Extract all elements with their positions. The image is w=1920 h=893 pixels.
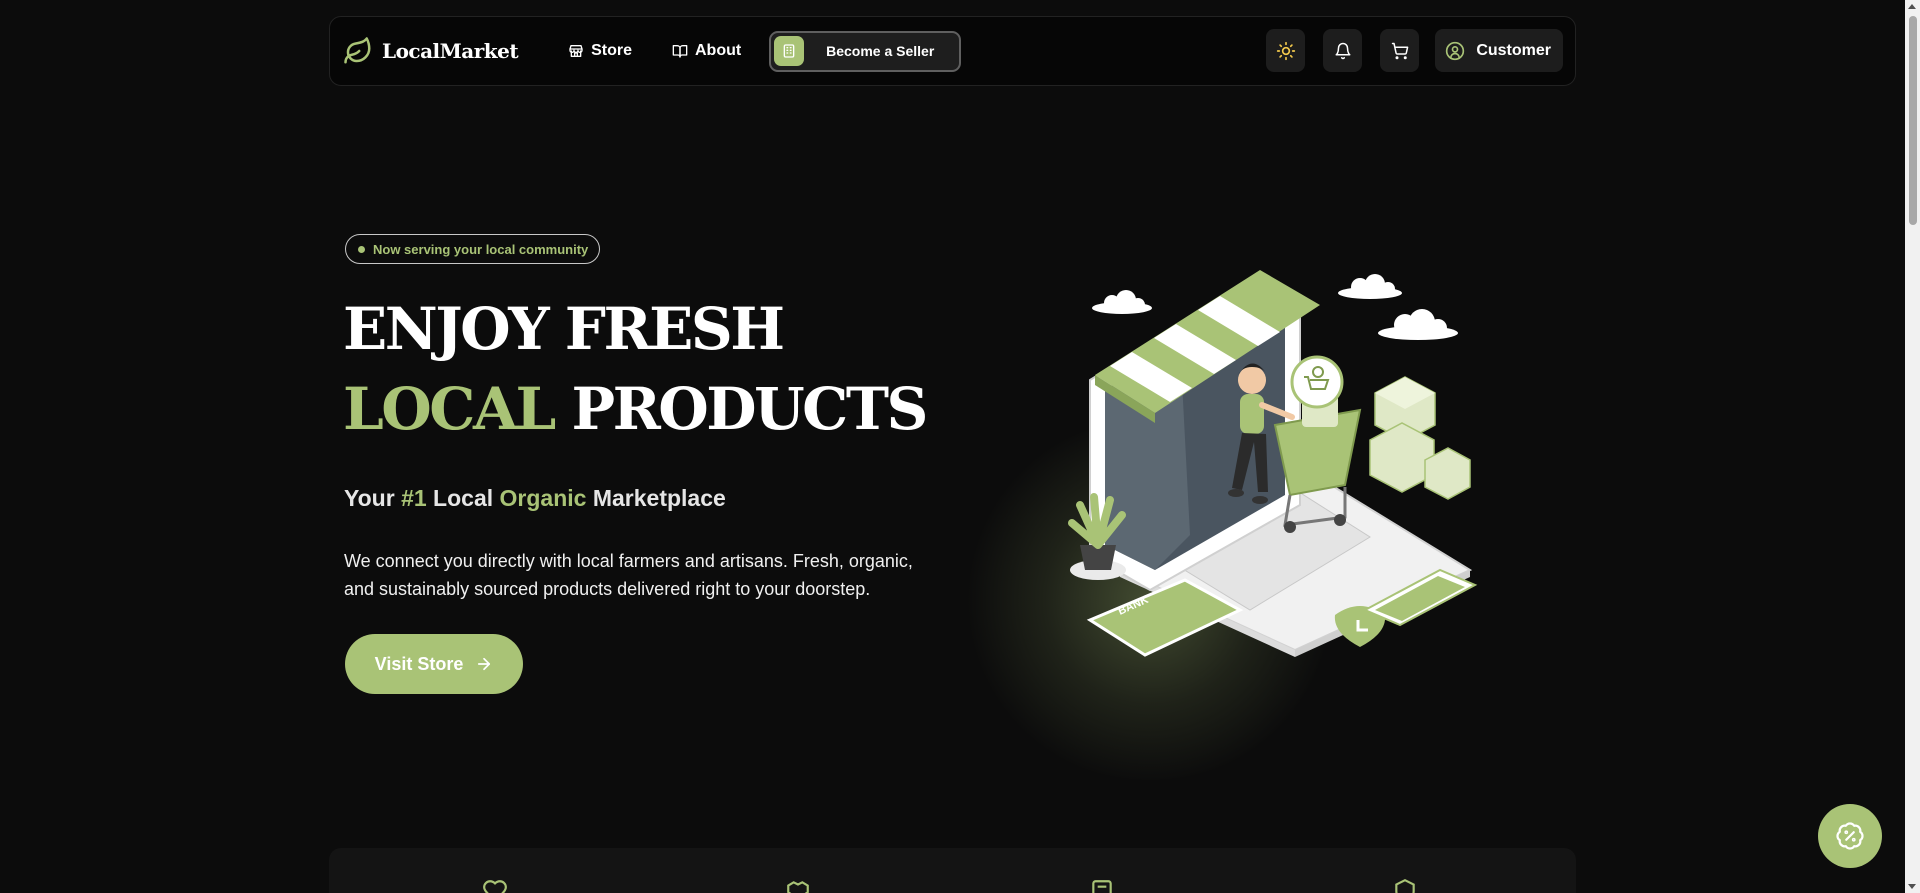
nav-link-store[interactable]: Store: [568, 42, 632, 60]
store-icon: [569, 45, 583, 57]
subtitle-accent: #1: [401, 485, 427, 511]
visit-store-button[interactable]: Visit Store: [345, 634, 523, 694]
hero-title-accent: LOCAL: [343, 375, 556, 443]
theme-toggle-button[interactable]: [1266, 29, 1306, 72]
nav-link-label: Store: [591, 42, 632, 59]
brand-name: LocalMarket: [382, 39, 519, 63]
nav-links: Store About: [568, 42, 741, 60]
scroll-up-arrow[interactable]: [1908, 4, 1916, 9]
arrow-right-icon: [478, 657, 491, 671]
heart-icon: [483, 880, 507, 893]
scroll-down-arrow[interactable]: [1908, 884, 1916, 889]
leaf-icon: [344, 37, 371, 64]
badge-dot: [358, 245, 365, 253]
user-circle-icon: [1446, 41, 1465, 60]
hero-title-rest: PRODUCTS: [571, 375, 928, 443]
badge-percent-icon: [1836, 822, 1864, 850]
scroll-thumb[interactable]: [1909, 16, 1917, 225]
receipt-icon: [1092, 880, 1112, 893]
notifications-button[interactable]: [1323, 29, 1363, 72]
features-strip: [329, 848, 1576, 893]
seller-icon-box: [774, 36, 805, 66]
hero-title-line-2: LOCAL PRODUCTS: [343, 380, 928, 438]
bell-icon: [1335, 42, 1351, 59]
customer-menu-button[interactable]: Customer: [1435, 29, 1563, 72]
book-icon: [672, 45, 688, 58]
hero-description: We connect you directly with local farme…: [344, 551, 913, 599]
cart-icon: [1391, 42, 1409, 59]
sun-icon: [1276, 41, 1295, 60]
subtitle-part: Local: [426, 485, 500, 511]
community-badge: Now serving your local community: [345, 234, 601, 264]
page: LocalMarket Store About Become a Seller: [0, 0, 1920, 893]
visit-store-label: Visit Store: [374, 653, 464, 674]
nav-link-label: About: [695, 42, 742, 59]
subtitle-accent: Organic: [499, 485, 587, 511]
nav-actions: Customer: [1266, 29, 1563, 72]
subtitle-part: Your: [344, 485, 402, 511]
page-scrollbar[interactable]: [1905, 0, 1920, 893]
hero-subtitle: Your #1 Local Organic Marketplace: [344, 485, 726, 512]
discount-fab-button[interactable]: [1818, 804, 1882, 868]
subtitle-part: Marketplace: [586, 485, 726, 511]
cart-button[interactable]: [1380, 29, 1420, 72]
become-seller-button[interactable]: Become a Seller: [769, 30, 962, 72]
shopping-illustration: BANK: [1068, 270, 1478, 657]
handshake-icon: [787, 881, 809, 893]
badge-text: Now serving your local community: [373, 241, 589, 257]
nav-link-about[interactable]: About: [672, 42, 741, 60]
navbar: LocalMarket Store About Become a Seller: [329, 16, 1576, 86]
building-icon: [783, 44, 795, 58]
hero-title-line-1: ENJOY FRESH: [343, 295, 785, 363]
shield-icon: [1395, 878, 1415, 893]
cart-bubble: [1290, 355, 1344, 409]
package-boxes: [1369, 376, 1471, 500]
customer-label: Customer: [1476, 41, 1551, 59]
become-seller-label: Become a Seller: [826, 43, 935, 59]
logo[interactable]: LocalMarket: [343, 36, 519, 66]
